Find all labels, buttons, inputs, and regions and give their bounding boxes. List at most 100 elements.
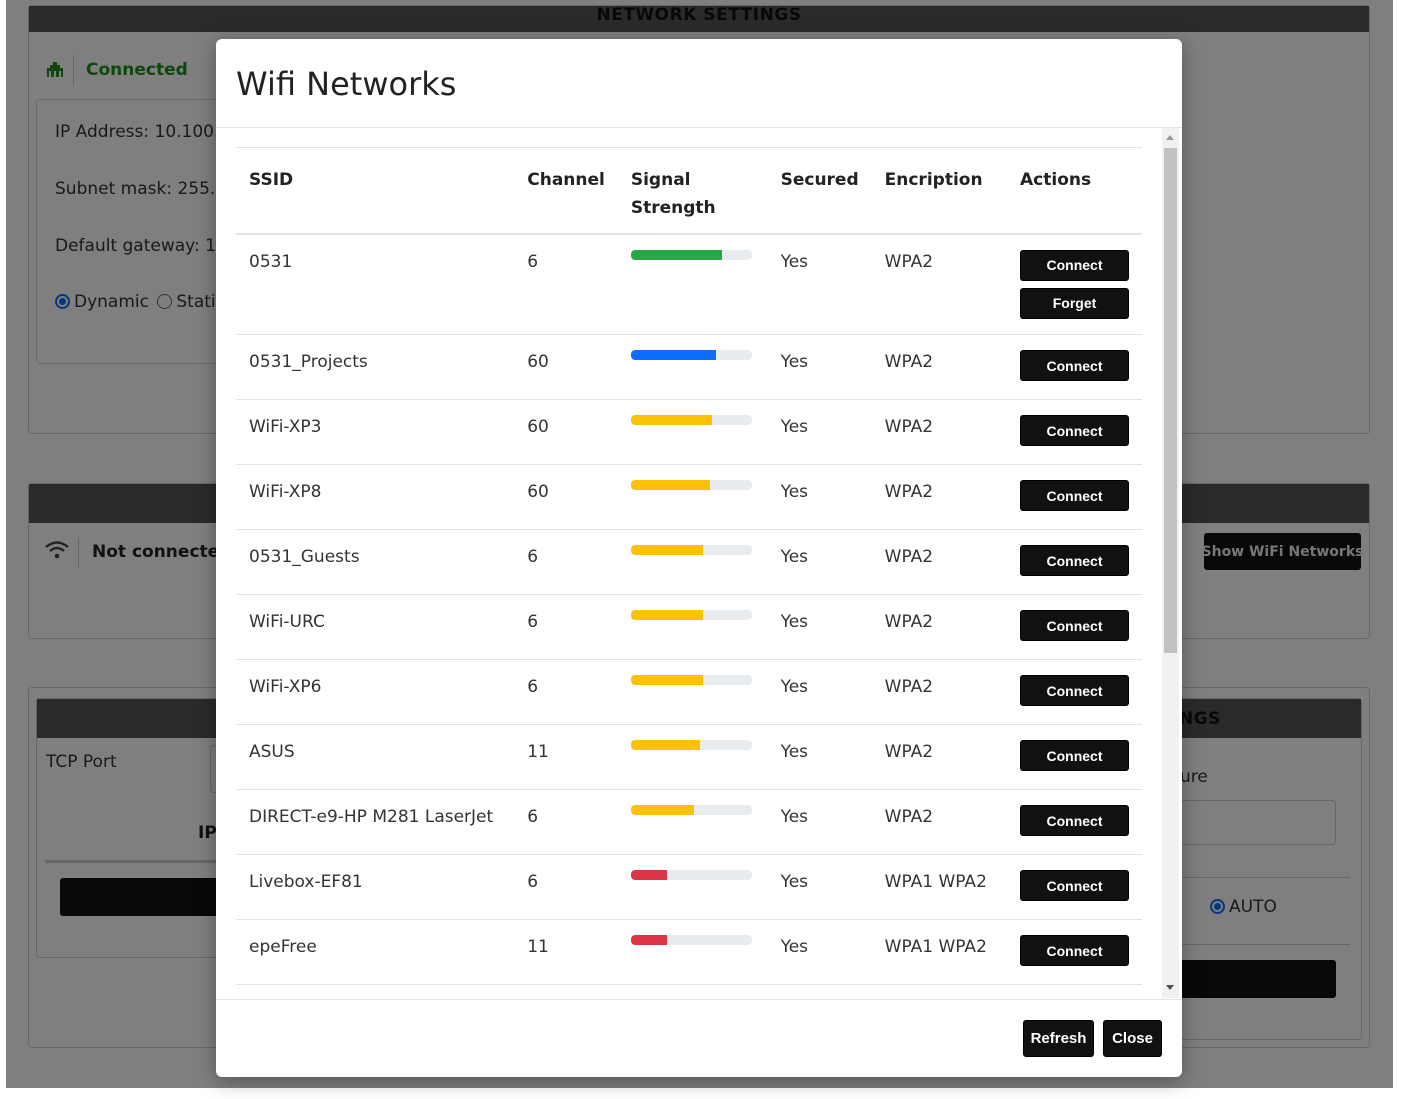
signal-cell [617,984,768,998]
scroll-down-arrow-icon[interactable] [1166,985,1174,990]
connect-button[interactable]: Connect [1020,545,1129,576]
table-row: Livebox-EF81 6 Yes WPA1 WPA2 Connect [236,854,1142,920]
signal-cell [617,919,768,985]
table-row: WiFi-XP3 60 Yes WPA2 Connect [236,399,1142,465]
encryption-cell: WPA2 [871,233,1007,335]
connect-button[interactable]: Connect [1020,610,1129,641]
signal-cell [617,529,768,595]
channel-cell [514,984,618,998]
actions-cell: Connect [1007,724,1142,790]
ssid-cell: WiFi-XP8 [236,464,515,530]
ssid-cell: 0531_Guests [236,529,515,595]
signal-cell [617,854,768,920]
secured-cell: Yes [767,399,872,465]
secured-cell: Yes [767,594,872,660]
column-secured: Secured [767,147,872,235]
encryption-cell: WPA2 [871,399,1007,465]
secured-cell [767,984,872,998]
ssid-cell: 0531 [236,233,515,335]
secured-cell: Yes [767,789,872,855]
connect-button[interactable]: Connect [1020,415,1129,446]
encryption-cell: WPA1 WPA2 [871,919,1007,985]
connect-button[interactable]: Connect [1020,350,1129,381]
signal-strength-bar [630,740,752,750]
signal-cell [617,724,768,790]
encryption-cell [871,984,1007,998]
encryption-cell: WPA2 [871,594,1007,660]
refresh-button[interactable]: Refresh [1023,1020,1094,1057]
encryption-cell: WPA2 [871,659,1007,725]
signal-strength-bar [630,545,752,555]
channel-cell: 60 [514,334,618,400]
signal-strength-fill [630,870,668,880]
signal-strength-fill [630,480,710,490]
wifi-networks-modal: Wifi Networks SSID Channel Signal Streng… [216,39,1182,1077]
signal-strength-bar [630,935,752,945]
actions-cell: Connect [1007,529,1142,595]
secured-cell: Yes [767,334,872,400]
connect-button[interactable]: Connect [1020,870,1129,901]
modal-body: SSID Channel Signal Strength Secured Enc… [216,128,1182,998]
signal-strength-fill [630,935,668,945]
table-row: DIRECT-e9-HP M281 LaserJet 6 Yes WPA2 Connec… [236,789,1142,855]
connect-button[interactable]: Connect [1020,740,1129,771]
signal-strength-bar [630,415,752,425]
signal-strength-bar [630,870,752,880]
column-encryption: Encription [871,147,1007,235]
connect-button[interactable]: Connect [1020,480,1129,511]
signal-strength-fill [630,415,712,425]
signal-cell [617,334,768,400]
actions-cell: Connect [1007,399,1142,465]
table-row: ASUS 11 Yes WPA2 Connect [236,724,1142,790]
modal-scrollbar[interactable] [1162,128,1179,998]
connect-button[interactable]: Connect [1020,935,1129,966]
ssid-cell: WiFi-URC [236,594,515,660]
close-button[interactable]: Close [1103,1020,1162,1057]
signal-strength-fill [630,610,704,620]
table-row: 0531_Guests 6 Yes WPA2 Connect [236,529,1142,595]
secured-cell: Yes [767,233,872,335]
scroll-up-arrow-icon[interactable] [1166,135,1174,140]
signal-cell [617,233,768,335]
forget-button[interactable]: Forget [1020,287,1129,319]
secured-cell: Yes [767,464,872,530]
connect-button[interactable]: Connect [1020,249,1129,281]
signal-strength-fill [630,249,722,260]
encryption-cell: WPA2 [871,464,1007,530]
encryption-cell: WPA1 WPA2 [871,854,1007,920]
channel-cell: 11 [514,724,618,790]
table-row: WiFi-XP6 6 Yes WPA2 Connect [236,659,1142,725]
ssid-cell: epeFree [236,919,515,985]
ssid-cell [236,984,515,998]
connect-button[interactable]: Connect [1020,675,1129,706]
scrollbar-thumb[interactable] [1164,148,1177,653]
signal-strength-fill [630,545,704,555]
actions-cell: Connect [1007,789,1142,855]
encryption-cell: WPA2 [871,724,1007,790]
signal-strength-fill [630,350,716,360]
channel-cell: 6 [514,789,618,855]
ssid-cell: WiFi-XP6 [236,659,515,725]
ssid-cell: WiFi-XP3 [236,399,515,465]
signal-strength-bar [630,249,752,260]
encryption-cell: WPA2 [871,334,1007,400]
table-row: 0531_Projects 60 Yes WPA2 Connect [236,334,1142,400]
channel-cell: 60 [514,464,618,530]
channel-cell: 6 [514,233,618,335]
modal-title: Wifi Networks [236,65,457,103]
secured-cell: Yes [767,919,872,985]
ssid-cell: ASUS [236,724,515,790]
actions-cell: Connect [1007,854,1142,920]
signal-cell [617,789,768,855]
signal-strength-bar [630,480,752,490]
signal-cell [617,594,768,660]
secured-cell: Yes [767,659,872,725]
connect-button[interactable]: Connect [1020,805,1129,836]
actions-cell: Connect Forget [1007,233,1142,335]
table-row: epeFree 11 Yes WPA1 WPA2 Connect [236,919,1142,985]
column-signal-strength: Signal Strength [617,147,768,235]
ssid-cell: Livebox-EF81 [236,854,515,920]
signal-strength-bar [630,610,752,620]
channel-cell: 6 [514,529,618,595]
actions-cell: Connect [1007,919,1142,985]
